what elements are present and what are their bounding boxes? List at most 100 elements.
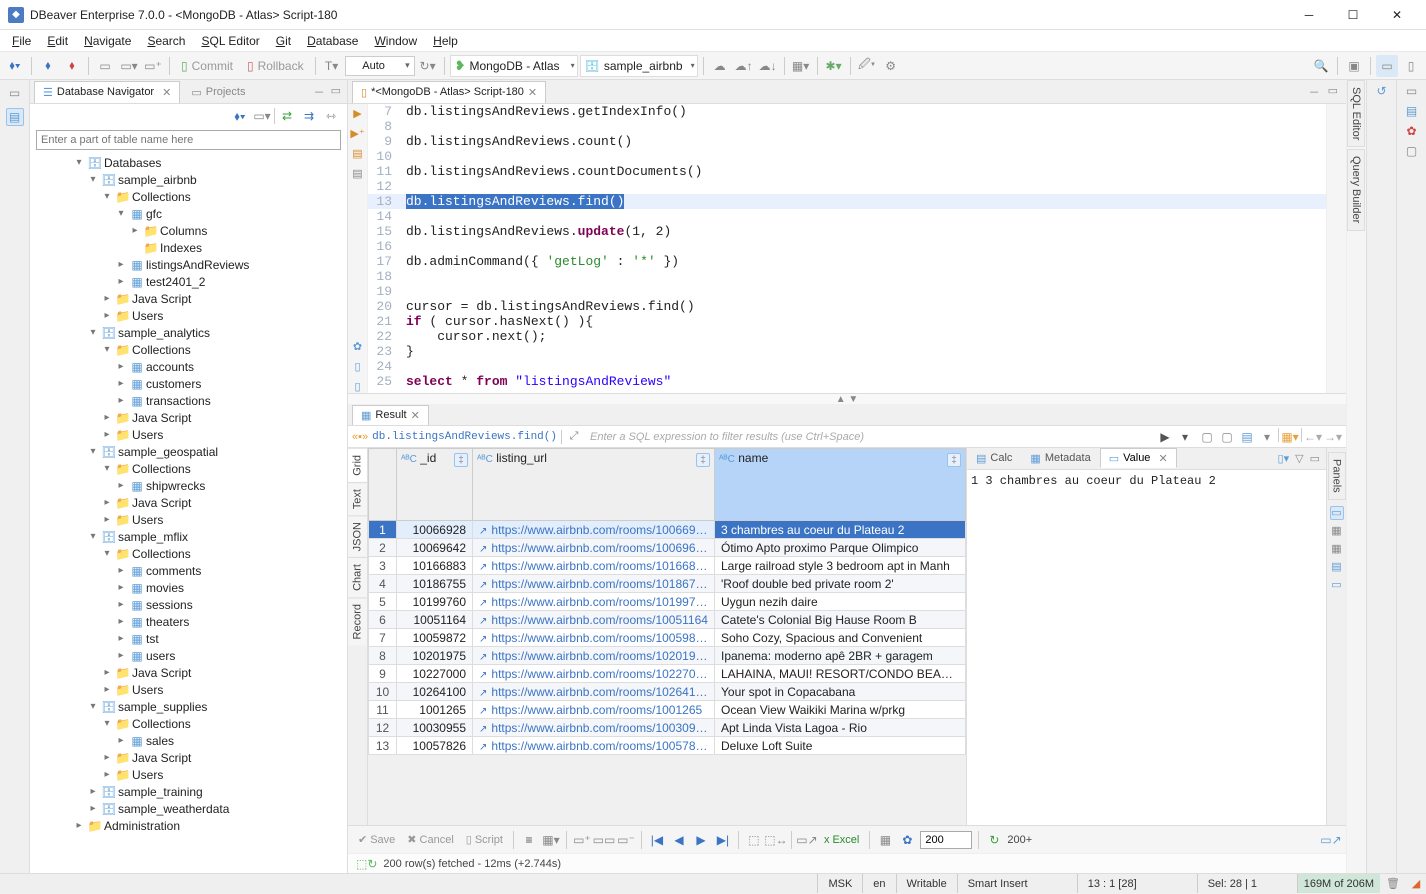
autocommit-combo[interactable]: Auto (345, 56, 415, 76)
menu-search[interactable]: Search (139, 32, 193, 50)
nav-driver-button[interactable]: ▭▾ (252, 106, 272, 126)
save-grid-button[interactable]: ✔Save (354, 831, 399, 848)
maximize-result-button[interactable]: ▭↗ (1322, 831, 1340, 849)
window-maximize-button[interactable]: ☐ (1332, 1, 1374, 29)
misc-button[interactable]: ⚙ (880, 55, 902, 77)
tree-item[interactable]: ▸🗄sample_training (30, 783, 347, 800)
tree-item[interactable]: ▸📁Java Script (30, 290, 347, 307)
menu-git[interactable]: Git (268, 32, 299, 50)
cell-url[interactable]: ↗https://www.airbnb.com/rooms/10186755 (473, 575, 715, 593)
cell-url[interactable]: ↗https://www.airbnb.com/rooms/10051164 (473, 611, 715, 629)
tree-item[interactable]: ▾📁Collections (30, 545, 347, 562)
tree-item[interactable]: ▸▦comments (30, 562, 347, 579)
dup-row-button[interactable]: ▭▭ (595, 831, 613, 849)
cell-name[interactable]: Large railroad style 3 bedroom apt in Ma… (715, 557, 966, 575)
menu-edit[interactable]: Edit (39, 32, 76, 50)
cell-url[interactable]: ↗https://www.airbnb.com/rooms/10030955 (473, 719, 715, 737)
del-row-button[interactable]: ▭⁻ (617, 831, 635, 849)
rownum-cell[interactable]: 3 (369, 557, 397, 575)
results-grid[interactable]: ᴬᴮC _id‡ ᴬᴮC listing_url‡ ᴬᴮC name‡ 1100… (368, 448, 966, 755)
tree-item[interactable]: ▾🗄Databases (30, 154, 347, 171)
nav-collapse-button[interactable]: ⇉ (299, 106, 319, 126)
nav-link-button[interactable]: ⇿ (321, 106, 341, 126)
result-tab-close-icon[interactable]: ✕ (411, 409, 420, 422)
table-row[interactable]: 810201975↗https://www.airbnb.com/rooms/1… (369, 647, 966, 665)
rownum-cell[interactable]: 9 (369, 665, 397, 683)
tree-item[interactable]: ▸📁Users (30, 511, 347, 528)
cell-id[interactable]: 10199760 (397, 593, 473, 611)
projects-tab[interactable]: ▭ Projects (182, 81, 254, 103)
rownum-cell[interactable]: 11 (369, 701, 397, 719)
cell-url[interactable]: ↗https://www.airbnb.com/rooms/1001265 (473, 701, 715, 719)
tree-item[interactable]: ▸🗄sample_weatherdata (30, 800, 347, 817)
right-view-2-icon[interactable]: ✿ (1406, 124, 1416, 138)
tree-item[interactable]: ▸📁Java Script (30, 664, 347, 681)
script-grid-button[interactable]: ▯Script (462, 831, 507, 848)
table-row[interactable]: 1010264100↗https://www.airbnb.com/rooms/… (369, 683, 966, 701)
nav-refresh-button[interactable]: ⇄ (277, 106, 297, 126)
cloud-download-button[interactable]: ☁↓ (757, 55, 779, 77)
right-view-3-icon[interactable]: ▢ (1406, 144, 1417, 158)
tree-item[interactable]: ▸▦movies (30, 579, 347, 596)
tree-item[interactable]: ▸▦accounts (30, 358, 347, 375)
filter-btn-3[interactable]: ▤ (1238, 428, 1256, 446)
right-minimize-handle[interactable]: ▭ (1406, 84, 1417, 98)
tree-item[interactable]: ▾📁Collections (30, 715, 347, 732)
table-row[interactable]: 210069642↗https://www.airbnb.com/rooms/1… (369, 539, 966, 557)
tree-item[interactable]: ▾📁Collections (30, 341, 347, 358)
cell-name[interactable]: Ipanema: moderno apê 2BR + garagem (715, 647, 966, 665)
cell-id[interactable]: 10264100 (397, 683, 473, 701)
view-chart-tab[interactable]: Chart (348, 557, 367, 597)
tree-item[interactable]: ▸📁Users (30, 681, 347, 698)
editor-result-splitter[interactable]: ▲ ▼ (348, 394, 1346, 404)
cell-url[interactable]: ↗https://www.airbnb.com/rooms/10059872 (473, 629, 715, 647)
tree-item[interactable]: ▸📁Users (30, 307, 347, 324)
rownum-cell[interactable]: 10 (369, 683, 397, 701)
panels-side-tab[interactable]: Panels (1328, 452, 1346, 500)
cell-url[interactable]: ↗https://www.airbnb.com/rooms/10069642 (473, 539, 715, 557)
filter-dropdown[interactable]: ▾ (1176, 428, 1194, 446)
table-row[interactable]: 1310057826↗https://www.airbnb.com/rooms/… (369, 737, 966, 755)
new-sql-button[interactable]: ▭⁺ (142, 55, 164, 77)
tree-item[interactable]: ▸▦transactions (30, 392, 347, 409)
table-row[interactable]: 310166883↗https://www.airbnb.com/rooms/1… (369, 557, 966, 575)
editor-min-icon[interactable]: － (1307, 82, 1322, 102)
tree-item[interactable]: ▾📁Collections (30, 188, 347, 205)
nav-min-icon[interactable]: － (312, 82, 327, 102)
nav-new-conn-button[interactable]: ⬧▾ (230, 106, 250, 126)
tree-item[interactable]: ▸📁Columns (30, 222, 347, 239)
history-button[interactable]: ↻▾ (417, 55, 439, 77)
column-header-name[interactable]: ᴬᴮC name‡ (715, 449, 966, 521)
side-strip-btn-4[interactable]: ▤ (1330, 560, 1344, 574)
tree-item[interactable]: ▾🗄sample_geospatial (30, 443, 347, 460)
zoom-actual-button[interactable]: ⬚ (745, 831, 763, 849)
window-minimize-button[interactable]: ─ (1288, 1, 1330, 29)
nav-max-icon[interactable]: ▭ (329, 82, 343, 102)
calc-tab[interactable]: ▤Calc (967, 448, 1021, 468)
tree-item[interactable]: ▸📁Users (30, 426, 347, 443)
table-row[interactable]: 110066928↗https://www.airbnb.com/rooms/1… (369, 521, 966, 539)
rownum-cell[interactable]: 12 (369, 719, 397, 737)
edit-cell-button[interactable]: ≡ (520, 831, 538, 849)
tree-item[interactable]: ▾▦gfc (30, 205, 347, 222)
table-row[interactable]: 710059872↗https://www.airbnb.com/rooms/1… (369, 629, 966, 647)
db-navigator-tab[interactable]: ☰ Database Navigator ✕ (34, 81, 180, 103)
cell-url[interactable]: ↗https://www.airbnb.com/rooms/10057826 (473, 737, 715, 755)
cell-name[interactable]: Apt Linda Vista Lagoa - Rio (715, 719, 966, 737)
side-strip-btn-2[interactable]: ▦ (1330, 524, 1344, 538)
editor-max-icon[interactable]: ▭ (1326, 82, 1340, 102)
connect-button[interactable]: ⬧ (37, 55, 59, 77)
menu-navigate[interactable]: Navigate (76, 32, 139, 50)
nav-filter-input[interactable] (36, 130, 341, 150)
last-page-button[interactable]: ▶| (714, 831, 732, 849)
nav-fwd-button[interactable]: →▾ (1324, 428, 1342, 446)
tree-item[interactable]: ▸▦customers (30, 375, 347, 392)
cell-url[interactable]: ↗https://www.airbnb.com/rooms/10166883 (473, 557, 715, 575)
table-row[interactable]: 410186755↗https://www.airbnb.com/rooms/1… (369, 575, 966, 593)
view-json-tab[interactable]: JSON (348, 515, 367, 557)
sort-icon[interactable]: ‡ (696, 453, 710, 467)
rownum-cell[interactable]: 7 (369, 629, 397, 647)
sql-editor-button[interactable]: ▭ (94, 55, 116, 77)
nav-back-button[interactable]: ←▾ (1304, 428, 1322, 446)
perspective-3-button[interactable]: ▯ (1400, 55, 1422, 77)
